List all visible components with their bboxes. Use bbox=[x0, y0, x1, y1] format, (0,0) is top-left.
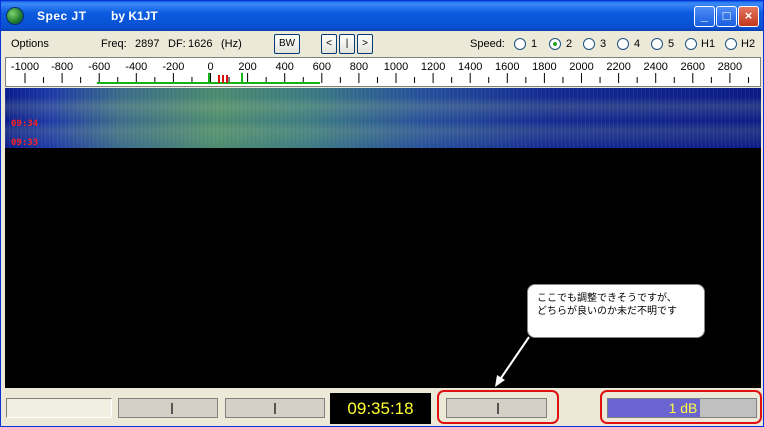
app-window: Spec JT by K1JT _ □ × Options Freq: 2897… bbox=[0, 0, 764, 427]
speed-radio-label: 2 bbox=[566, 38, 573, 50]
scale-tick-label: 2200 bbox=[606, 61, 630, 73]
scale-tick-label: 1000 bbox=[384, 61, 408, 73]
scale-tick-label: 2800 bbox=[718, 61, 742, 73]
slider-thumb[interactable] bbox=[171, 403, 173, 414]
scale-tick-label: -800 bbox=[51, 61, 73, 73]
close-button[interactable]: × bbox=[738, 6, 759, 27]
speed-radio-5[interactable] bbox=[651, 38, 663, 50]
speed-radio-label: 3 bbox=[600, 38, 607, 50]
scale-tick-label: 2600 bbox=[681, 61, 705, 73]
df-unit: (Hz) bbox=[221, 38, 242, 50]
title-bar[interactable]: Spec JT by K1JT _ □ × bbox=[1, 1, 763, 31]
status-field bbox=[6, 398, 112, 418]
speed-radio-label: 5 bbox=[668, 38, 675, 50]
minimize-button[interactable]: _ bbox=[694, 6, 715, 27]
speed-radio-label: H1 bbox=[701, 38, 716, 50]
df-value: 1626 bbox=[188, 38, 213, 50]
highlight-box bbox=[600, 390, 762, 424]
freq-label: Freq: bbox=[101, 38, 127, 50]
speed-radio-label: 4 bbox=[634, 38, 641, 50]
scale-tick-label: 800 bbox=[350, 61, 368, 73]
toolbar: Options Freq: 2897 DF: 1626 (Hz) BW < | … bbox=[1, 31, 763, 57]
df-label: DF: bbox=[168, 38, 186, 50]
highlight-box bbox=[437, 390, 559, 424]
nav-mid-button[interactable]: | bbox=[339, 34, 355, 54]
scale-tick-label: 600 bbox=[313, 61, 331, 73]
globe-icon bbox=[6, 7, 24, 25]
speed-label: Speed: bbox=[470, 38, 505, 50]
slider-thumb[interactable] bbox=[274, 403, 276, 414]
scale-tick-label: -600 bbox=[88, 61, 110, 73]
window-byline: by K1JT bbox=[111, 9, 158, 23]
scale-tick-label: 1800 bbox=[532, 61, 556, 73]
speed-radio-4[interactable] bbox=[617, 38, 629, 50]
callout-line: ここでも調整できそうですが、 bbox=[537, 293, 677, 304]
waterfall-timestamp: 09:33 bbox=[11, 138, 39, 148]
scale-tick-label: -1000 bbox=[11, 61, 39, 73]
bw-button[interactable]: BW bbox=[274, 34, 300, 54]
speed-radio-h1[interactable] bbox=[685, 38, 697, 50]
frequency-scale[interactable]: -1000 -800 -600 -400 -200 0 200 400 600 800 1000 12… bbox=[5, 57, 761, 87]
speed-radio-3[interactable] bbox=[583, 38, 595, 50]
scale-tick-label: -400 bbox=[125, 61, 147, 73]
scale-tick-label: 1600 bbox=[495, 61, 519, 73]
nav-right-button[interactable]: > bbox=[357, 34, 373, 54]
callout-arrow bbox=[495, 336, 530, 387]
scale-tick-label: 200 bbox=[238, 61, 256, 73]
scale-tick-label: 400 bbox=[276, 61, 294, 73]
options-menu[interactable]: Options bbox=[11, 38, 49, 50]
frequency-scale-svg: -1000 -800 -600 -400 -200 0 200 400 600 800 1000 12… bbox=[11, 61, 749, 84]
nav-left-button[interactable]: < bbox=[321, 34, 337, 54]
speed-radio-h2[interactable] bbox=[725, 38, 737, 50]
scale-tick-label: 0 bbox=[207, 61, 213, 73]
scale-tick-label: 2400 bbox=[643, 61, 667, 73]
callout-line: どちらが良いのか未だ不明です bbox=[537, 306, 677, 317]
speed-radio-label: 1 bbox=[531, 38, 538, 50]
scale-tick-label: -200 bbox=[162, 61, 184, 73]
annotation-callout: ここでも調整できそうですが、 どちらが良いのか未だ不明です bbox=[527, 284, 705, 338]
waterfall-display[interactable]: 09:34 09:33 bbox=[5, 88, 761, 388]
maximize-button[interactable]: □ bbox=[716, 6, 737, 27]
utc-clock: 09:35:18 bbox=[330, 393, 431, 424]
scale-tick-label: 2000 bbox=[569, 61, 593, 73]
slider-1[interactable] bbox=[118, 398, 218, 418]
scale-tick-label: 1200 bbox=[421, 61, 445, 73]
freq-value: 2897 bbox=[135, 38, 160, 50]
window-title: Spec JT bbox=[37, 9, 87, 23]
slider-2[interactable] bbox=[225, 398, 325, 418]
speed-radio-1[interactable] bbox=[514, 38, 526, 50]
speed-radio-2[interactable] bbox=[549, 38, 561, 50]
waterfall-timestamp: 09:34 bbox=[11, 119, 39, 129]
waterfall-spectrum bbox=[5, 88, 761, 148]
speed-radio-label: H2 bbox=[741, 38, 756, 50]
scale-tick-label: 1400 bbox=[458, 61, 482, 73]
